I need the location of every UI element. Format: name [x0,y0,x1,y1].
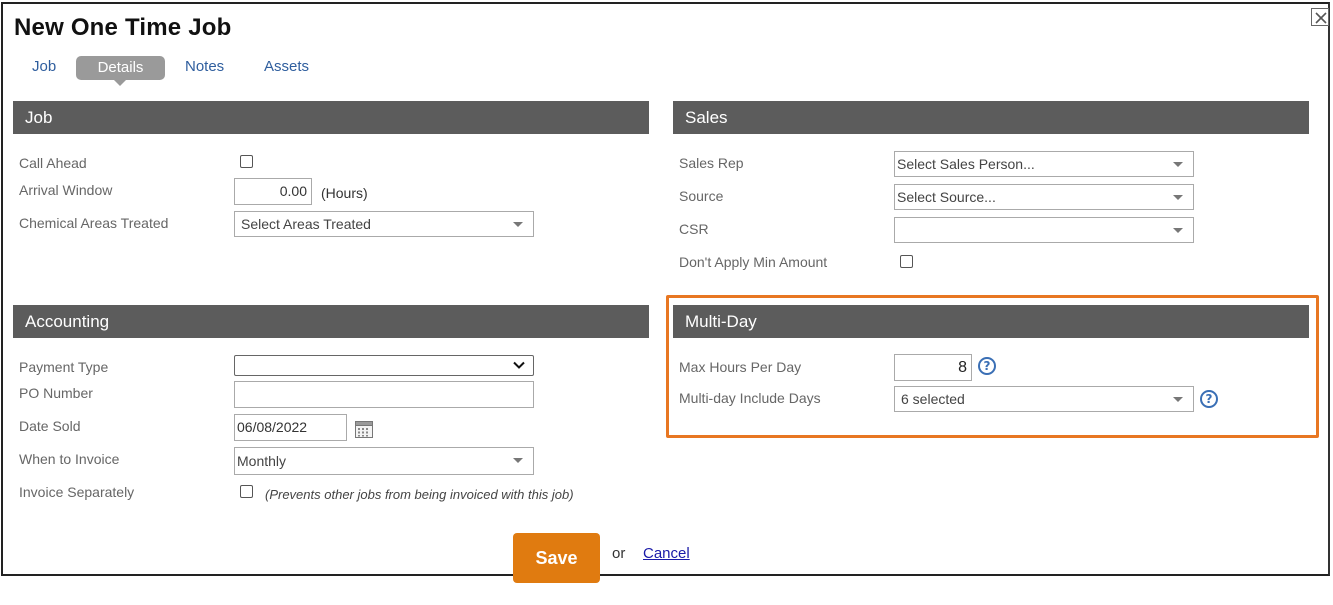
help-icon[interactable]: ? [1200,390,1218,408]
chevron-down-icon [513,458,523,463]
when-to-invoice-value: Monthly [237,453,287,469]
tab-bar: Job Details Notes Assets [0,56,400,86]
max-hours-label: Max Hours Per Day [679,359,802,375]
close-button[interactable] [1311,8,1329,26]
active-tab-caret [114,80,126,86]
page-title: New One Time Job [14,14,232,41]
help-icon[interactable]: ? [978,357,996,375]
or-text: or [612,545,626,562]
min-amount-label: Don't Apply Min Amount [679,254,828,270]
include-days-select[interactable]: 6 selected [894,386,1194,412]
sales-rep-value: Select Sales Person... [897,156,1035,172]
arrival-window-input[interactable]: 0.00 [234,178,312,205]
chevron-down-icon [513,361,525,369]
tab-job[interactable]: Job [32,58,56,75]
csr-label: CSR [679,221,709,237]
accounting-section-header: Accounting [13,305,649,338]
chevron-down-icon [1173,397,1183,402]
job-dialog [1,2,1330,576]
date-sold-input[interactable]: 06/08/2022 [234,414,347,441]
payment-type-select[interactable] [234,355,534,376]
chevron-down-icon [1173,228,1183,233]
call-ahead-label: Call Ahead [19,155,87,171]
chemical-areas-value: Select Areas Treated [241,216,371,232]
invoice-separately-label: Invoice Separately [19,484,135,500]
arrival-window-unit: (Hours) [321,185,368,201]
chevron-down-icon [1173,162,1183,167]
po-number-input[interactable] [234,381,534,408]
date-sold-label: Date Sold [19,418,81,434]
payment-type-label: Payment Type [19,359,109,375]
tab-details-label: Details [97,59,144,76]
when-to-invoice-select[interactable]: Monthly [234,447,534,475]
source-select[interactable]: Select Source... [894,184,1194,210]
call-ahead-checkbox[interactable] [240,155,253,168]
chemical-areas-label: Chemical Areas Treated [19,215,169,231]
sales-section-header: Sales [673,101,1309,134]
calendar-icon[interactable] [355,421,373,438]
source-value: Select Source... [897,189,996,205]
include-days-value: 6 selected [901,391,965,407]
save-button[interactable]: Save [513,533,600,583]
invoice-separately-checkbox[interactable] [240,485,253,498]
when-to-invoice-label: When to Invoice [19,451,120,467]
source-label: Source [679,188,724,204]
multiday-section-header: Multi-Day [673,305,1309,338]
tab-notes[interactable]: Notes [185,58,224,75]
sales-rep-select[interactable]: Select Sales Person... [894,151,1194,177]
cancel-link[interactable]: Cancel [643,545,690,562]
csr-select[interactable] [894,217,1194,243]
chevron-down-icon [1173,195,1183,200]
chevron-down-icon [513,222,523,227]
min-amount-checkbox[interactable] [900,255,913,268]
max-hours-input[interactable]: 8 [894,354,972,381]
arrival-window-label: Arrival Window [19,182,113,198]
chemical-areas-select[interactable]: Select Areas Treated [234,211,534,237]
invoice-separately-note: (Prevents other jobs from being invoiced… [265,487,574,502]
sales-rep-label: Sales Rep [679,155,744,171]
job-section-header: Job [13,101,649,134]
tab-details[interactable]: Details [76,56,165,86]
include-days-label: Multi-day Include Days [679,390,821,406]
close-icon [1315,12,1327,24]
po-number-label: PO Number [19,385,93,401]
tab-assets[interactable]: Assets [264,58,309,75]
